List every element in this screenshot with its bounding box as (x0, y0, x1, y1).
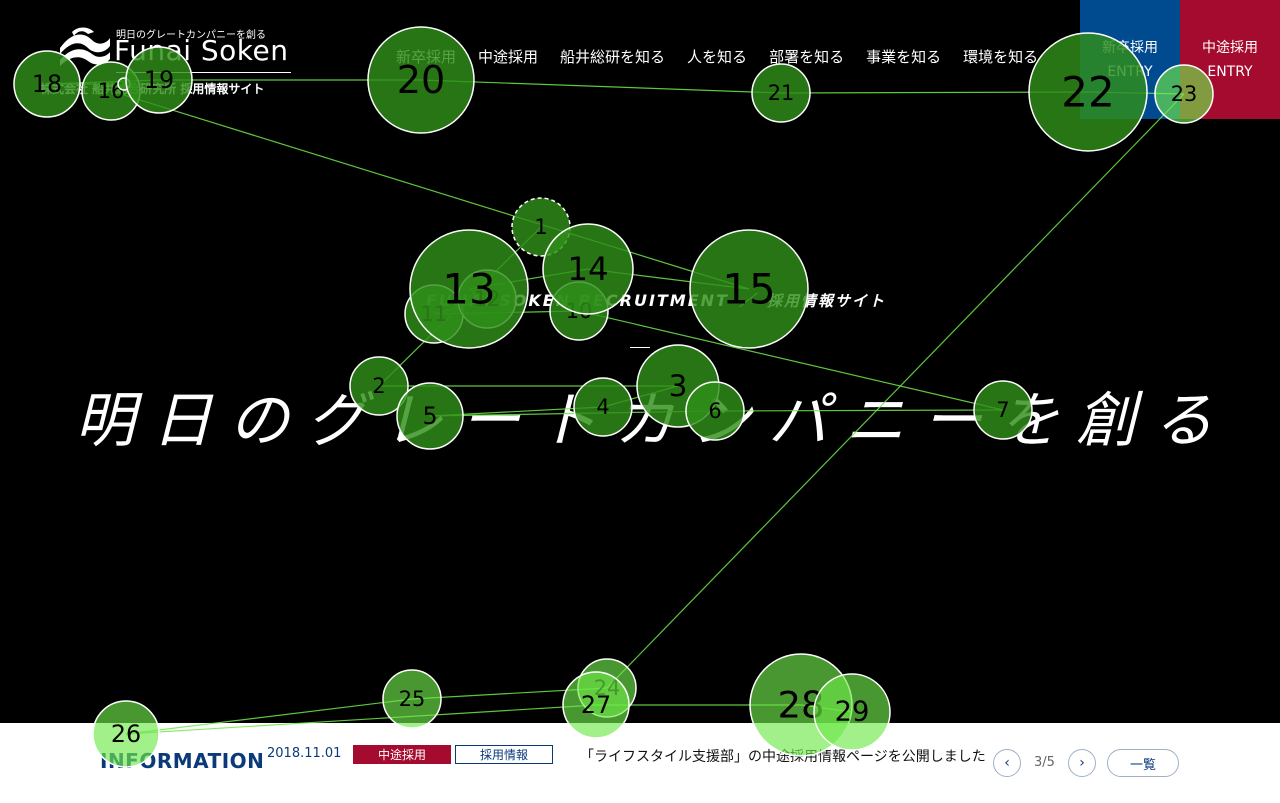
hero-subheading: FUNAI SOKEN RECRUITMENT ／ 採用情報サイト (426, 287, 886, 311)
fixation-number: 24 (594, 676, 621, 700)
prev-news-button[interactable]: ‹ (993, 749, 1021, 777)
scanpath-segment (780, 91, 1089, 94)
scanpath-segment (468, 268, 589, 290)
nav-item-departments[interactable]: 部署を知る (769, 46, 844, 67)
nav-item-environment[interactable]: 環境を知る (963, 46, 1038, 67)
logo[interactable]: 明日のグレートカンパニーを創る Funai Soken 株式会社 船井総合研究所… (40, 22, 300, 102)
fixation-number: 25 (399, 687, 426, 711)
mid-career-entry-sub: ENTRY (1207, 63, 1253, 80)
fixation-number: 28 (778, 684, 825, 727)
logo-subtitle: 株式会社 船井総合研究所 採用情報サイト (40, 82, 265, 96)
scanpath-segment (587, 268, 750, 290)
nav-item-about-funai[interactable]: 船井総研を知る (560, 46, 665, 67)
tag-mid-career: 中途採用 (353, 745, 451, 764)
tag-recruit-info: 採用情報 (455, 745, 553, 764)
scanpath-segment (800, 704, 853, 713)
information-headline-link[interactable]: 「ライフスタイル支援部」の中途採用情報ページを公開しました (580, 746, 986, 766)
hero-title: 明日のグレートカンパニーを創る (75, 386, 1230, 456)
funai-wave-logo-icon (60, 27, 110, 66)
hero-divider (630, 347, 650, 348)
mid-career-entry-label: 中途採用 (1202, 39, 1258, 56)
fixation-number: 1 (534, 215, 547, 239)
logo-name: Funai Soken (114, 34, 289, 67)
scanpath-segment (110, 90, 750, 290)
nav-item-new-grad[interactable]: 新卒採用 (396, 46, 456, 67)
scanpath-segment (420, 79, 782, 94)
fixation-number: 27 (581, 691, 611, 719)
fixation-point: 24 (577, 658, 637, 718)
chevron-left-icon: ‹ (1004, 755, 1010, 771)
fixation-point: 25 (382, 669, 442, 729)
scanpath-segment (433, 310, 580, 315)
fixation-point: 20 (367, 26, 475, 134)
information-bar: INFORMATION 2018.11.01 中途採用 採用情報 「ライフスタイ… (0, 723, 1280, 803)
nav-item-people[interactable]: 人を知る (687, 46, 747, 67)
new-grad-entry-label: 新卒採用 (1102, 39, 1158, 56)
fixation-point: 1 (511, 197, 571, 257)
news-page-count: 3/5 (1034, 755, 1055, 770)
hero-subheading-jp: 採用情報サイト (766, 292, 886, 310)
scanpath-segment (411, 687, 608, 700)
nav-item-business[interactable]: 事業を知る (866, 46, 941, 67)
logo-divider (116, 72, 291, 73)
hero-subheading-slash: ／ (738, 291, 757, 310)
fixation-number: 21 (768, 81, 795, 105)
new-grad-entry-button[interactable]: 新卒採用 ENTRY (1080, 0, 1180, 119)
news-list-button[interactable]: 一覧 (1107, 749, 1179, 777)
next-news-button[interactable]: › (1068, 749, 1096, 777)
fixation-number: 14 (567, 250, 608, 288)
mid-career-entry-button[interactable]: 中途採用 ENTRY (1180, 0, 1280, 119)
information-date: 2018.11.01 (267, 746, 342, 761)
hero-subheading-en: FUNAI SOKEN RECRUITMENT (426, 291, 729, 310)
global-nav: 新卒採用 中途採用 船井総研を知る 人を知る 部署を知る 事業を知る 環境を知る (396, 46, 1060, 67)
information-label: INFORMATION (100, 749, 265, 773)
chevron-right-icon: › (1079, 755, 1085, 771)
nav-item-mid-career[interactable]: 中途採用 (478, 46, 538, 67)
new-grad-entry-sub: ENTRY (1107, 63, 1153, 80)
fixation-point: 21 (751, 63, 811, 123)
